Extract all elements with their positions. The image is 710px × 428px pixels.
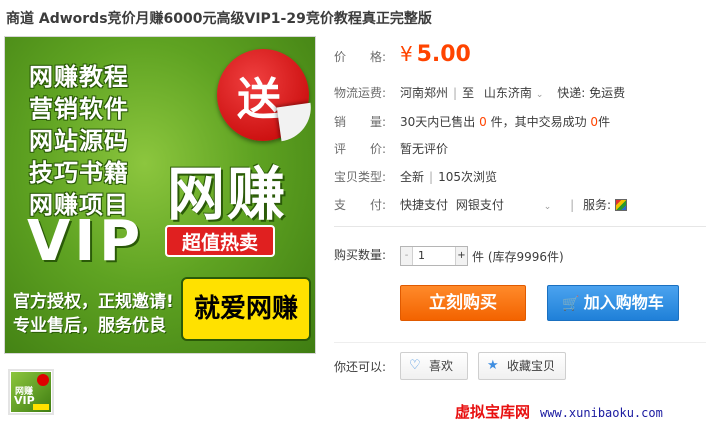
quantity-stepper: - + xyxy=(400,246,468,266)
price-value: 5.00 xyxy=(416,42,471,67)
price-row: 价 格: ¥ 5.00 xyxy=(334,42,471,72)
image-text-line: 技巧书籍 xyxy=(29,159,129,187)
rating-row: 评 价: 暂无评价 xyxy=(334,140,448,157)
ship-to-select[interactable]: 山东济南 ⌄ xyxy=(478,86,554,100)
extra-label: 你还可以: xyxy=(334,360,387,374)
product-main-image[interactable]: 网赚教程 营销软件 网站源码 技巧书籍 网赚项目 VIP 送 网赚 超值热卖 官… xyxy=(4,36,316,354)
price-label: 价 格: xyxy=(334,50,387,64)
quantity-label: 购买数量: xyxy=(334,248,387,262)
item-type-row: 宝贝类型: 全新 | 105次浏览 xyxy=(334,170,497,184)
thumb-badge xyxy=(37,374,49,386)
image-text-line: 营销软件 xyxy=(29,95,129,123)
watermark: 虚拟宝库网 www.xunibaoku.com xyxy=(455,401,663,422)
thumb-vip: VIP xyxy=(14,394,35,407)
page-curl xyxy=(276,102,315,142)
like-label: 喜欢 xyxy=(429,359,454,373)
add-to-cart-button[interactable]: 🛒 加入购物车 xyxy=(547,285,679,321)
service-label: 服务: xyxy=(582,198,611,212)
chevron-down-icon[interactable]: ⌄ xyxy=(544,202,552,212)
sales-label: 销 量: xyxy=(334,115,387,129)
thumb-price-tag xyxy=(33,404,49,410)
sales-text: 件 xyxy=(598,115,611,129)
item-condition: 全新 xyxy=(400,170,425,184)
add-to-cart-label: 加入购物车 xyxy=(583,293,664,312)
image-text-line: 网赚教程 xyxy=(29,63,129,91)
ship-from: 河南郑州 xyxy=(400,86,449,100)
watermark-site-name: 虚拟宝库网 xyxy=(455,403,531,421)
payment-option: 网银支付 xyxy=(455,198,504,212)
success-count: 0 xyxy=(590,115,599,129)
shipping-label: 物流运费: xyxy=(334,86,387,100)
service-icon[interactable] xyxy=(614,199,627,211)
quantity-decrease[interactable]: - xyxy=(401,247,413,265)
heart-icon: ♡ xyxy=(409,358,421,373)
image-text-line: 网站源码 xyxy=(29,127,129,155)
sales-row: 销 量: 30天内已售出 0 件，其中交易成功 0件 xyxy=(334,113,610,130)
sales-text: 件，其中交易成功 xyxy=(490,115,587,129)
quantity-input[interactable] xyxy=(414,247,455,265)
payment-row: 支 付: 快捷支付 网银支付 ⌄ | 服务: xyxy=(334,196,627,213)
image-vip-text: VIP xyxy=(27,209,145,274)
rating-value: 暂无评价 xyxy=(400,142,449,156)
favorite-label: 收藏宝贝 xyxy=(507,359,556,373)
gift-badge-text: 送 xyxy=(237,74,281,125)
payment-label: 支 付: xyxy=(334,198,387,212)
buy-now-button[interactable]: 立刻购买 xyxy=(400,285,526,321)
product-title: 商道 Adwords竞价月赚6000元高级VIP1-29竞价教程真正完整版 xyxy=(6,11,432,27)
image-bottom-text: 官方授权，正规邀请! xyxy=(13,292,174,312)
currency-symbol: ¥ xyxy=(400,42,413,66)
express-fee: 快递: 免运费 xyxy=(557,86,626,100)
divider xyxy=(334,342,706,343)
view-count: 105次浏览 xyxy=(438,170,497,184)
watermark-url: www.xunibaoku.com xyxy=(540,406,663,420)
quantity-increase[interactable]: + xyxy=(455,247,467,265)
sales-text: 30天内已售出 xyxy=(400,115,476,129)
gift-badge: 送 xyxy=(217,49,315,142)
ship-to: 山东济南 xyxy=(483,86,532,100)
chevron-down-icon: ⌄ xyxy=(535,90,544,100)
star-icon: ★ xyxy=(487,358,499,373)
like-button[interactable]: ♡ 喜欢 xyxy=(400,352,468,380)
shipping-row: 物流运费: 河南郑州 | 至 山东济南 ⌄ 快递: 免运费 xyxy=(334,86,626,100)
hot-sale-badge: 超值热卖 xyxy=(165,225,275,257)
item-type-label: 宝贝类型: xyxy=(334,170,387,184)
rating-label: 评 价: xyxy=(334,142,387,156)
payment-option: 快捷支付 xyxy=(400,198,449,212)
stock-info: 件 (库存9996件) xyxy=(472,250,564,264)
image-headline: 网赚 xyxy=(167,160,288,228)
sold-count: 0 xyxy=(479,115,487,129)
divider xyxy=(334,226,706,227)
image-slogan: 就爱网赚 xyxy=(181,277,311,341)
product-thumbnail[interactable]: 网赚 VIP xyxy=(8,369,54,415)
ship-to-word: 至 xyxy=(462,86,475,100)
image-bottom-text: 专业售后，服务优良 xyxy=(13,316,166,336)
favorite-button[interactable]: ★ 收藏宝贝 xyxy=(478,352,566,380)
cart-icon: 🛒 xyxy=(562,296,580,312)
